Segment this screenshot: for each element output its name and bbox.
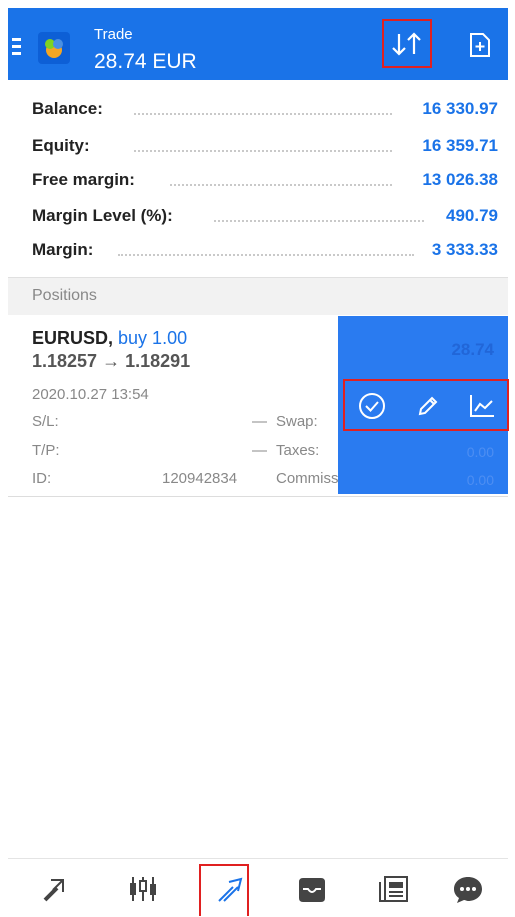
nav-chart[interactable] — [123, 871, 163, 907]
summary-value: 490.79 — [446, 206, 498, 225]
menu-icon[interactable] — [12, 38, 21, 59]
summary-row-margin: Margin: 3 333.33 — [8, 234, 508, 266]
summary-label: Margin: — [32, 240, 94, 259]
new-order-button[interactable] — [468, 32, 492, 58]
summary-row-balance: Balance: 16 330.97 — [8, 93, 508, 125]
app-logo — [38, 32, 70, 64]
chat-icon — [454, 877, 482, 903]
sort-arrows-icon — [392, 31, 421, 56]
close-position-button[interactable] — [357, 391, 387, 421]
position-actions — [343, 379, 509, 431]
active-tab-highlight — [199, 864, 249, 916]
positions-section-header: Positions — [8, 277, 508, 315]
sl-value: — — [252, 413, 267, 430]
summary-row-equity: Equity: 16 359.71 — [8, 130, 508, 162]
nav-quotes[interactable] — [38, 871, 78, 907]
dotted-leader — [118, 254, 414, 256]
quotes-icon — [43, 879, 64, 902]
check-circle-icon — [359, 393, 385, 419]
position-side: buy 1.00 — [118, 328, 188, 348]
chart-line-icon — [470, 395, 494, 417]
nav-chat[interactable] — [448, 871, 488, 907]
dotted-leader — [170, 184, 392, 186]
summary-value: 16 330.97 — [422, 99, 498, 118]
summary-value: 16 359.71 — [422, 136, 498, 155]
history-icon — [299, 878, 325, 902]
dotted-leader — [134, 150, 392, 152]
commission-value: 0.00 — [466, 472, 494, 488]
tp-label: T/P: — [32, 442, 60, 459]
swap-label: Swap: — [276, 413, 318, 430]
position-profit: 28.74 — [451, 340, 494, 359]
screen-title: Trade — [94, 26, 133, 43]
id-label: ID: — [32, 470, 52, 487]
dotted-leader — [214, 220, 424, 222]
symbol-name: EURUSD, — [32, 328, 114, 348]
chart-button[interactable] — [467, 391, 497, 421]
position-prices: 1.18257 → 1.18291 — [32, 351, 191, 371]
sort-button[interactable] — [382, 19, 432, 68]
sl-label: S/L: — [32, 413, 59, 430]
nav-news[interactable] — [374, 871, 414, 907]
section-title: Positions — [32, 287, 97, 304]
taxes-value: 0.00 — [466, 444, 494, 460]
new-order-icon — [470, 33, 490, 57]
position-time: 2020.10.27 13:54 — [32, 386, 149, 403]
nav-history[interactable] — [292, 871, 332, 907]
tp-value: — — [252, 442, 267, 459]
modify-position-button[interactable] — [413, 391, 443, 421]
app-header: Trade 28.74 EUR — [8, 8, 508, 80]
summary-value: 13 026.38 — [422, 170, 498, 189]
summary-value: 3 333.33 — [431, 240, 498, 259]
pencil-icon — [418, 396, 438, 416]
summary-label: Equity: — [32, 136, 90, 155]
summary-label: Margin Level (%): — [32, 206, 173, 225]
position-symbol: EURUSD, buy 1.00 — [32, 328, 187, 349]
profit-amount: 28.74 EUR — [94, 50, 197, 73]
summary-label: Balance: — [32, 99, 103, 118]
taxes-label: Taxes: — [276, 442, 320, 459]
dotted-leader — [134, 113, 392, 115]
summary-row-free-margin: Free margin: 13 026.38 — [8, 164, 508, 196]
id-value: 120942834 — [162, 470, 238, 487]
summary-row-margin-level: Margin Level (%): 490.79 — [8, 200, 508, 232]
chart-candles-icon — [130, 877, 156, 901]
news-icon — [379, 876, 408, 902]
bottom-navigation — [8, 858, 508, 917]
summary-label: Free margin: — [32, 170, 135, 189]
